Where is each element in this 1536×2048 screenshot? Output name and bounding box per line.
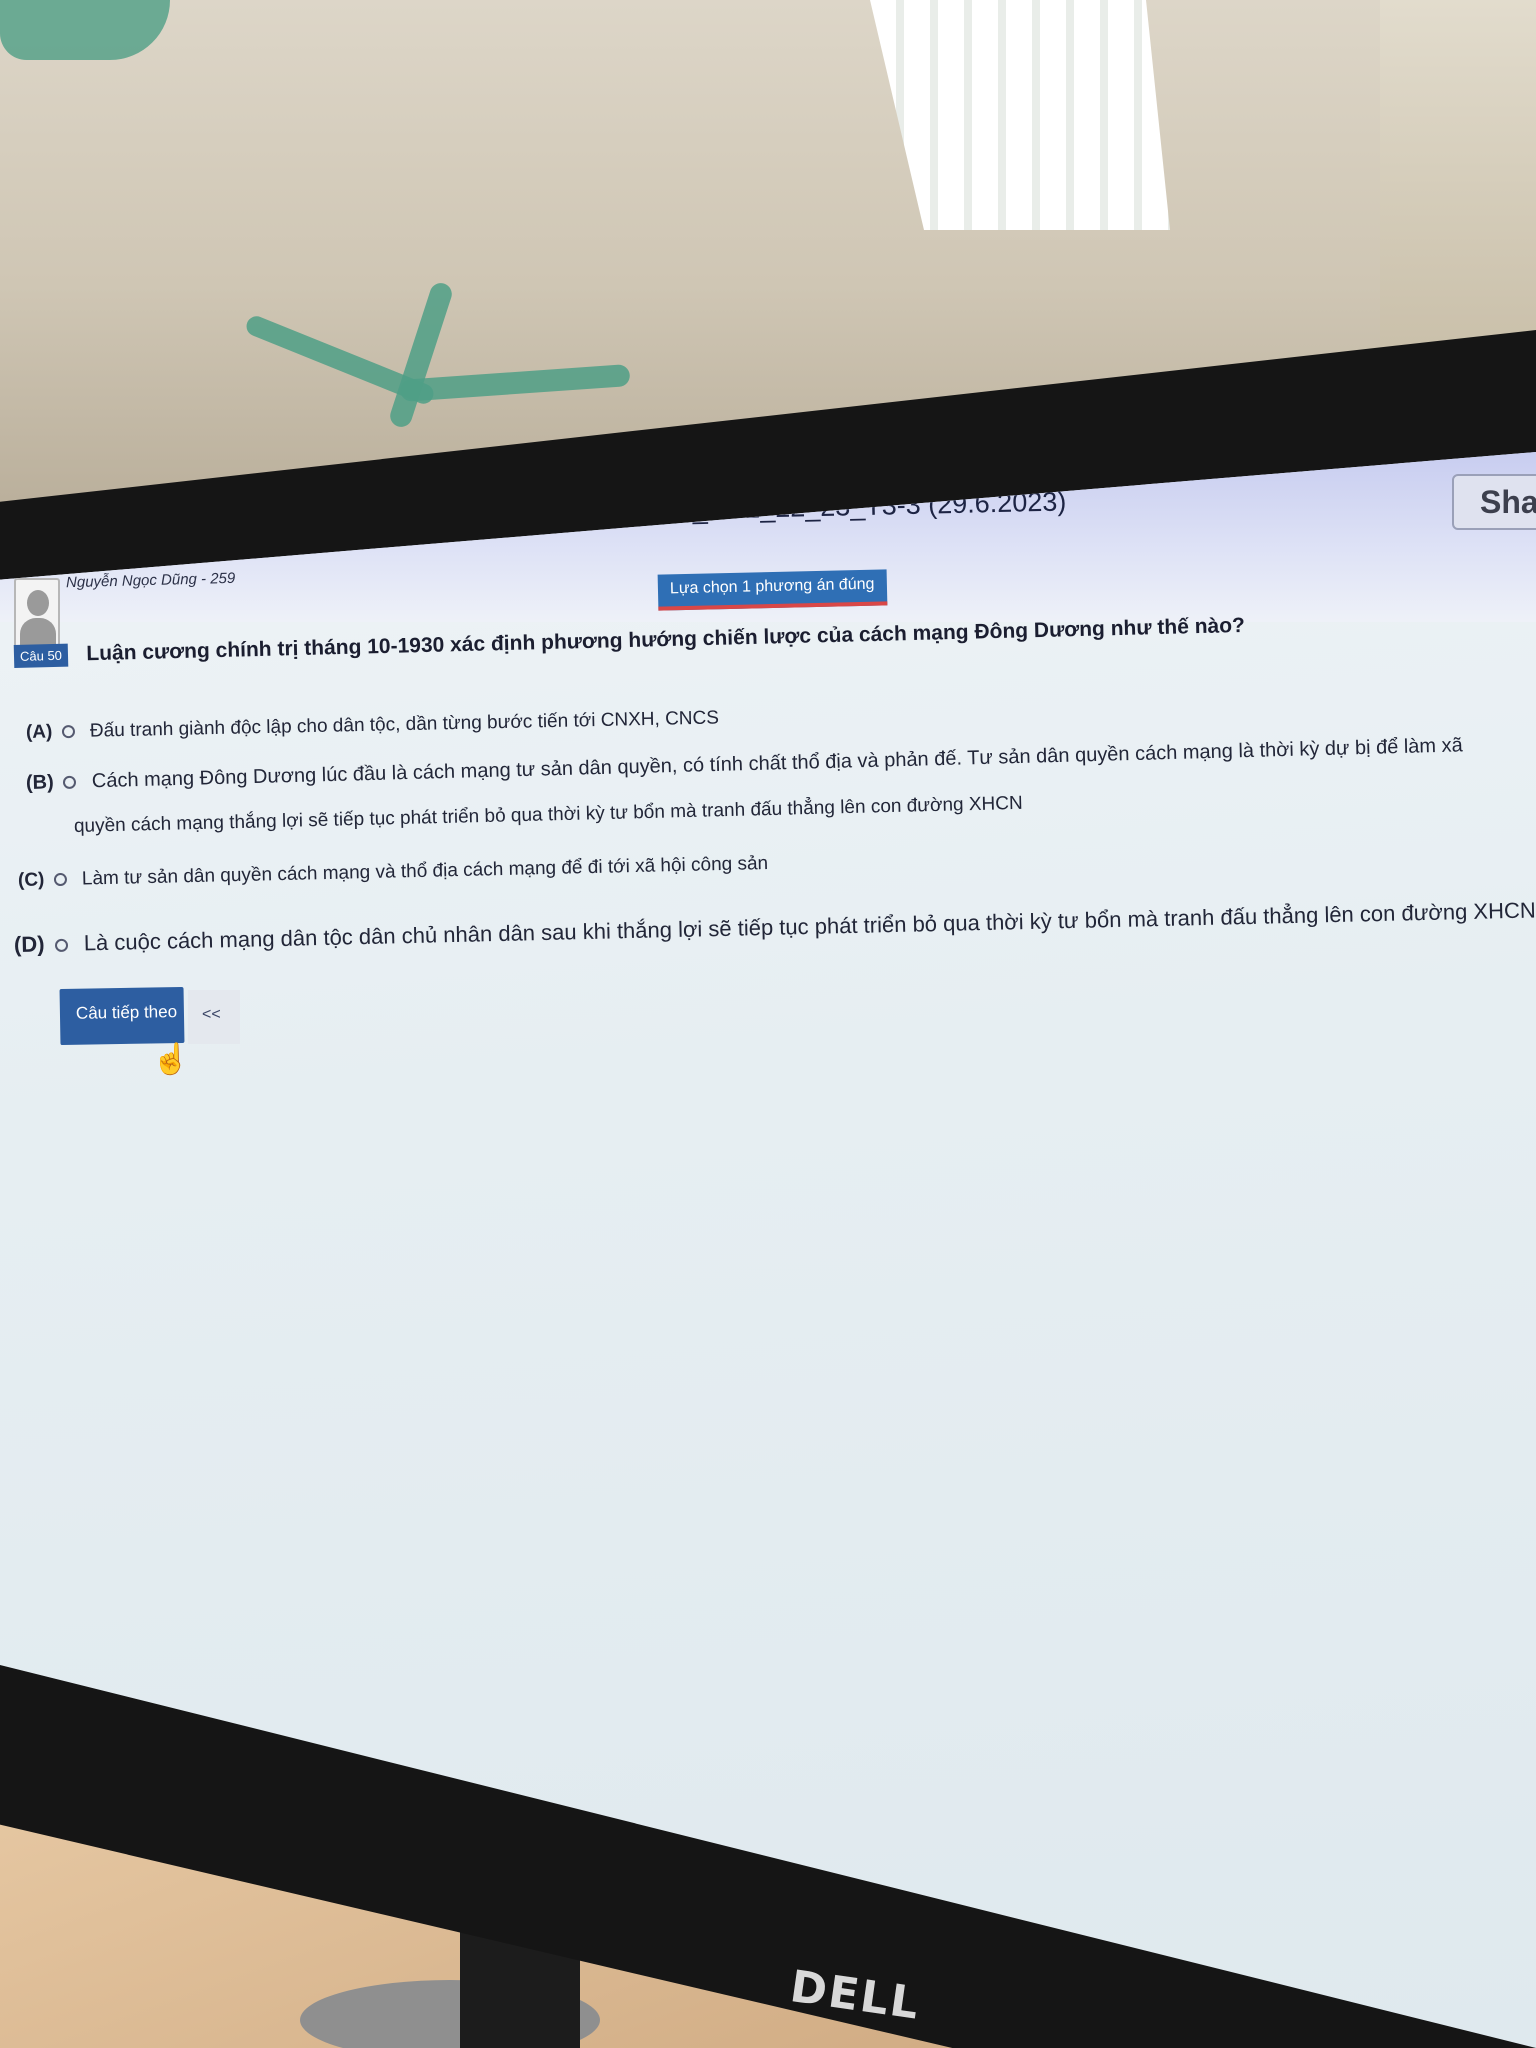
option-text: Là cuộc cách mạng dân tộc dân chủ nhân d… [83,897,1536,956]
option-b-continued: quyền cách mạng thắng lợi sẽ tiếp tục ph… [73,792,1023,837]
radio-button-icon[interactable] [63,775,77,790]
next-question-button[interactable]: Câu tiếp theo [59,986,185,1046]
option-letter: (C) [17,869,45,891]
question: Câu 50 Luận cương chính trị tháng 10-193… [13,614,1245,668]
option-c[interactable]: (C) Làm tư sản dân quyền cách mạng và th… [18,853,769,892]
instruction-banner: Lựa chọn 1 phương án đúng [657,569,887,611]
option-text: Đấu tranh giành độc lập cho dân tộc, dần… [89,707,720,742]
radio-button-icon[interactable] [61,725,75,739]
share-button[interactable]: Sha [1452,474,1536,530]
radio-button-icon[interactable] [53,873,67,887]
option-text: Cách mạng Đông Dương lúc đầu là cách mạn… [91,734,1464,793]
wall [1380,0,1536,360]
previous-button[interactable]: << [188,990,240,1044]
option-a[interactable]: (A) Đấu tranh giành độc lập cho dân tộc,… [26,707,719,744]
option-text: Làm tư sản dân quyền cách mạng và thổ đị… [81,852,769,890]
option-letter: (D) [13,931,45,957]
question-number-badge: Câu 50 [13,643,69,668]
option-letter: (A) [25,721,53,743]
user-name: Nguyễn Ngọc Dũng - 259 [65,569,236,592]
hand-pointer-icon: ☝ [152,1043,190,1076]
option-b[interactable]: (B) Cách mạng Đông Dương lúc đầu là cách… [26,734,1463,795]
option-d[interactable]: (D) Là cuộc cách mạng dân tộc dân chủ nh… [14,897,1536,958]
radio-button-icon[interactable] [54,938,68,952]
option-letter: (B) [25,771,55,794]
